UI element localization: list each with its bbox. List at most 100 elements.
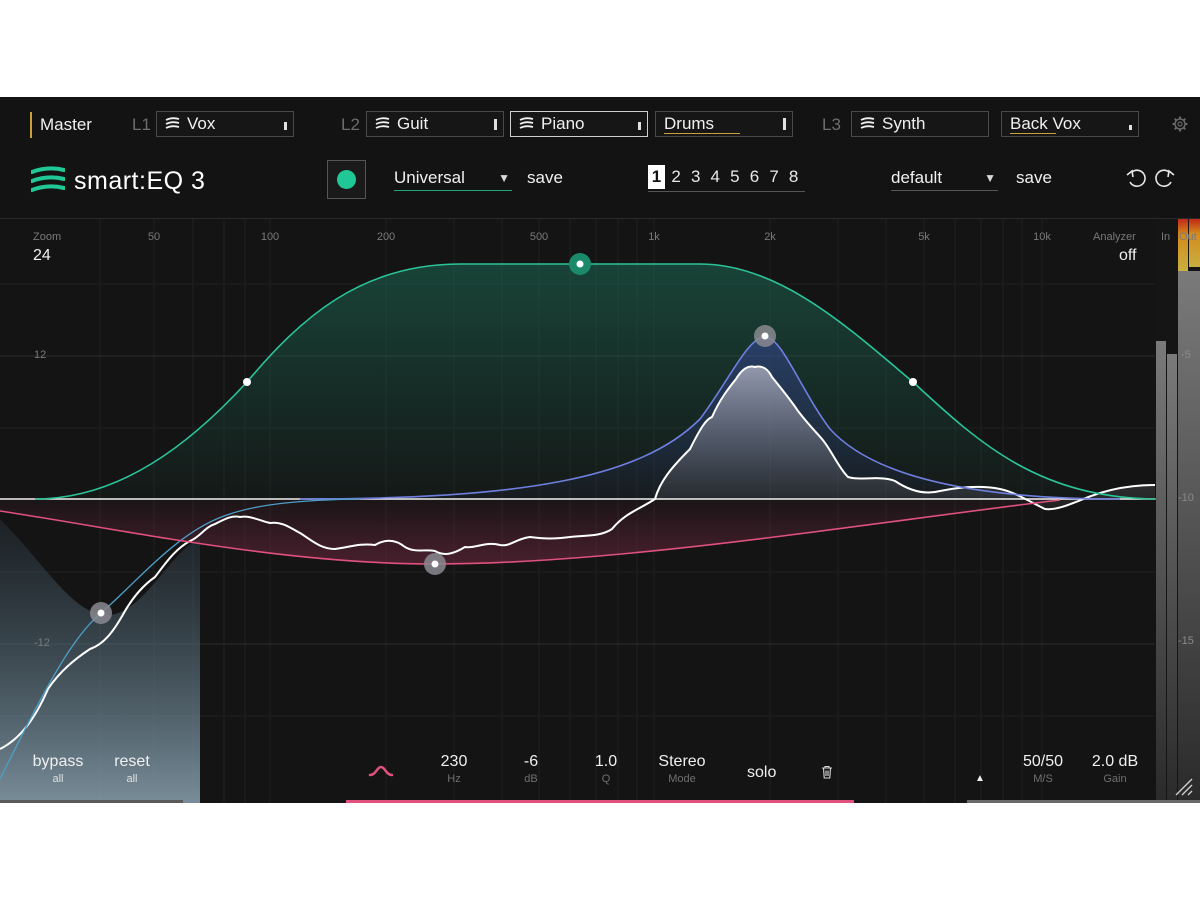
track-slot-drums[interactable]: Drums (655, 111, 793, 137)
trash-icon[interactable] (821, 765, 833, 779)
profile-dropdown[interactable]: Universal ▼ (394, 165, 512, 191)
ms-param[interactable]: 50/50 M/S (1018, 752, 1068, 786)
power-button[interactable] (327, 160, 366, 199)
ms-unit: M/S (1033, 773, 1053, 785)
dropdown-arrow-icon: ▼ (498, 171, 510, 185)
output-meter-left (1178, 219, 1188, 271)
track-lines-icon (519, 117, 534, 129)
q-param[interactable]: 1.0 Q (586, 752, 626, 786)
snapshot-slot-8[interactable]: 8 (785, 165, 802, 189)
track-name: Vox (187, 114, 216, 133)
undo-icon[interactable] (1125, 166, 1149, 188)
bypass-sub-label: all (52, 773, 64, 785)
bottom-bar-left (0, 800, 183, 803)
brand-logo-icon (31, 166, 65, 192)
track-name: Guit (397, 114, 429, 133)
freq-label-1k: 1k (648, 231, 660, 243)
band-green-handle-dot (576, 260, 584, 268)
track-underline (1010, 133, 1056, 134)
meter-out-label: Out (1179, 231, 1197, 243)
band-pink-handle-dot (431, 560, 439, 568)
band-pink-area (0, 499, 1060, 564)
gain-unit: dB (524, 773, 538, 785)
meter-label-minus15: -15 (1178, 635, 1194, 647)
master-track-button[interactable]: Master (30, 112, 92, 138)
output-gain-value: 2.0 dB (1091, 753, 1139, 770)
snapshot-slot-5[interactable]: 5 (726, 165, 743, 189)
ms-value: 50/50 (1022, 753, 1064, 770)
band-green-low-handle[interactable] (243, 378, 251, 386)
track-name: Piano (541, 114, 585, 133)
band-shape-icon[interactable] (368, 764, 394, 778)
mode-param[interactable]: Stereo Mode (652, 752, 712, 786)
zoom-label: Zoom (33, 231, 62, 243)
reset-label: reset (114, 753, 150, 770)
gain-param[interactable]: -6 dB (512, 752, 550, 786)
snapshot-slot-6[interactable]: 6 (746, 165, 763, 189)
zoom-value[interactable]: 24 (33, 247, 51, 265)
snapshot-slots: 12345678 (648, 165, 805, 192)
mode-unit: Mode (668, 773, 696, 785)
group-label-l3: L3 (822, 115, 841, 134)
q-value: 1.0 (594, 753, 618, 770)
resize-handle-icon[interactable] (1172, 775, 1194, 797)
mode-value: Stereo (658, 753, 706, 770)
track-slot-synth[interactable]: Synth (851, 111, 989, 137)
track-slot-guit[interactable]: Guit (366, 111, 504, 137)
band-lowcut-handle-dot (97, 609, 105, 617)
plugin-window: Master L1 Vox L2 Guit Piano Drums L3 Syn… (0, 97, 1200, 803)
track-lines-icon (165, 117, 180, 129)
bottom-bar-right (967, 800, 1200, 803)
input-meter-left (1156, 341, 1166, 803)
track-underline (664, 133, 740, 134)
bottom-bar-band (346, 800, 854, 803)
redo-icon[interactable] (1152, 166, 1176, 188)
track-slot-vox[interactable]: Vox (156, 111, 294, 137)
freq-label-200: 200 (376, 231, 396, 243)
track-name: Drums (664, 114, 715, 133)
expand-triangle-icon[interactable]: ▲ (975, 773, 985, 784)
freq-label-500: 500 (529, 231, 549, 243)
save-profile-button[interactable]: save (527, 165, 563, 191)
analyzer-value[interactable]: off (1119, 247, 1137, 265)
group-label-l1: L1 (132, 115, 151, 134)
gain-value: -6 (523, 753, 539, 770)
eq-graph-canvas[interactable] (0, 219, 1200, 803)
gear-icon[interactable] (1172, 116, 1188, 132)
preset-dropdown[interactable]: default ▼ (891, 165, 998, 191)
bypass-label: bypass (32, 753, 84, 770)
profile-value: Universal (394, 168, 465, 187)
snapshot-slot-7[interactable]: 7 (766, 165, 783, 189)
save-preset-button[interactable]: save (1016, 165, 1052, 191)
band-blue-handle-dot (761, 332, 769, 340)
reset-sub-label: all (126, 773, 138, 785)
band-green-high-handle[interactable] (909, 378, 917, 386)
snapshot-slot-2[interactable]: 2 (668, 165, 685, 189)
track-slot-piano[interactable]: Piano (510, 111, 648, 137)
track-slot-back-vox[interactable]: Back Vox (1001, 111, 1139, 137)
q-unit: Q (601, 773, 611, 785)
frequency-param[interactable]: 230 Hz (430, 752, 478, 786)
meter-label-minus5: -5 (1181, 349, 1191, 361)
output-gain-unit: Gain (1103, 773, 1127, 785)
analyzer-label: Analyzer (1093, 231, 1136, 243)
track-level-meter (284, 122, 287, 130)
reset-all-button[interactable]: reset all (110, 752, 154, 786)
snapshot-slot-3[interactable]: 3 (687, 165, 704, 189)
snapshot-slot-1[interactable]: 1 (648, 165, 665, 189)
brand-name: smart:EQ 3 (74, 167, 206, 195)
freq-label-10k: 10k (1033, 231, 1051, 243)
solo-button[interactable]: solo (747, 764, 776, 782)
output-gain-param[interactable]: 2.0 dB Gain (1086, 752, 1144, 786)
track-lines-icon (375, 117, 390, 129)
track-level-meter (494, 119, 497, 130)
output-meter-right (1189, 219, 1200, 267)
snapshot-slot-4[interactable]: 4 (707, 165, 724, 189)
frequency-value: 230 (440, 753, 468, 770)
eq-graph[interactable]: Zoom 24 50 100 200 500 1k 2k 5k 10k 12 -… (0, 219, 1200, 803)
band-green-area (35, 264, 1160, 499)
bypass-all-button[interactable]: bypass all (30, 752, 86, 786)
group-label-l2: L2 (341, 115, 360, 134)
track-lines-icon (860, 117, 875, 129)
db-label-minus12: -12 (34, 637, 50, 649)
